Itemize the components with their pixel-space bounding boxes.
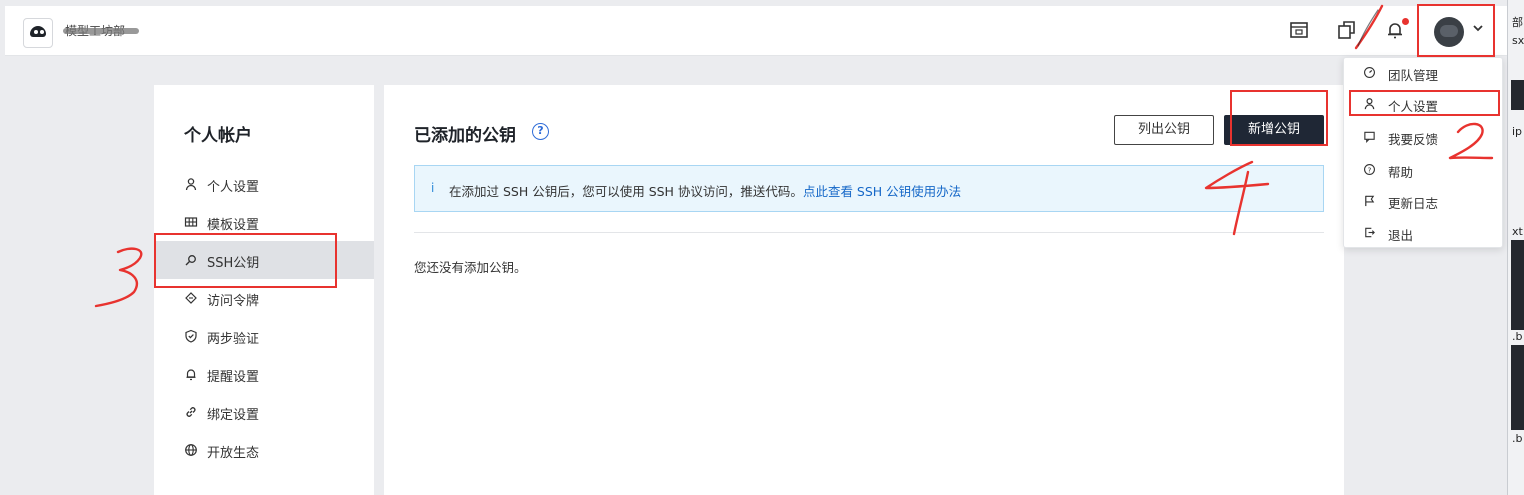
page-title: 已添加的公钥 xyxy=(414,126,516,146)
sidebar-item-notifications[interactable]: 提醒设置 xyxy=(154,355,374,393)
org-name-redaction xyxy=(63,28,139,34)
edge-text: xt xyxy=(1512,225,1523,238)
help-icon[interactable]: ? xyxy=(532,123,549,140)
info-alert: i 在添加过 SSH 公钥后，您可以使用 SSH 协议访问，推送代码。点此查看 … xyxy=(414,165,1324,212)
sidebar-item-profile[interactable]: 个人设置 xyxy=(154,165,374,203)
list-keys-button[interactable]: 列出公钥 xyxy=(1114,115,1214,145)
sidebar-item-label: 提醒设置 xyxy=(207,370,260,385)
edge-text: ip xyxy=(1512,125,1523,138)
info-icon: i xyxy=(431,181,435,195)
edge-block xyxy=(1511,240,1524,330)
sidebar-item-label: 个人设置 xyxy=(207,180,260,195)
menu-item-label: 团队管理 xyxy=(1388,68,1439,83)
help-icon: ? xyxy=(1362,163,1376,177)
account-sidebar: 个人帐户 个人设置 模板设置 SSH公钥 访问令牌 两步验证 提醒设置 绑定设置… xyxy=(154,85,374,495)
menu-item-label: 退出 xyxy=(1388,228,1414,243)
empty-state-text: 您还没有添加公钥。 xyxy=(414,260,527,275)
sidebar-item-label: 访问令牌 xyxy=(207,294,260,309)
logo-icon[interactable] xyxy=(23,18,53,48)
user-icon xyxy=(184,177,198,191)
menu-item-team-management[interactable]: 团队管理 xyxy=(1344,58,1504,88)
divider xyxy=(414,232,1324,233)
logout-icon xyxy=(1362,226,1376,240)
menu-item-logout[interactable]: 退出 xyxy=(1344,218,1504,248)
ticket-icon xyxy=(184,291,198,305)
menu-item-help[interactable]: ? 帮助 xyxy=(1344,155,1504,185)
sidebar-title: 个人帐户 xyxy=(184,126,252,146)
annotation-box-personal-settings xyxy=(1349,90,1500,116)
menu-item-label: 更新日志 xyxy=(1388,196,1439,211)
sidebar-item-label: 模板设置 xyxy=(207,218,260,233)
sidebar-item-binding[interactable]: 绑定设置 xyxy=(154,393,374,431)
edge-text: .b xyxy=(1512,330,1523,343)
dashboard-icon xyxy=(1362,66,1376,80)
edge-text: 部 xyxy=(1512,16,1523,29)
shield-icon xyxy=(184,329,198,343)
annotation-box-avatar xyxy=(1417,4,1495,57)
top-header: 模型工坊部 xyxy=(5,6,1507,56)
screen-icon[interactable] xyxy=(1288,19,1310,41)
globe-icon xyxy=(184,443,198,457)
grid-icon xyxy=(184,215,198,229)
info-message: 在添加过 SSH 公钥后，您可以使用 SSH 协议访问，推送代码。 xyxy=(449,184,803,199)
annotation-box-ssh-keys xyxy=(154,233,337,288)
background-window-edge: 部 sx ip xt .b .b xyxy=(1507,0,1524,495)
sidebar-item-open-ecosystem[interactable]: 开放生态 xyxy=(154,431,374,469)
menu-item-label: 我要反馈 xyxy=(1388,132,1439,147)
sidebar-item-label: 开放生态 xyxy=(207,446,260,461)
sidebar-item-label: 绑定设置 xyxy=(207,408,260,423)
sidebar-item-two-factor[interactable]: 两步验证 xyxy=(154,317,374,355)
user-dropdown-menu: 团队管理 个人设置 我要反馈 ? 帮助 更新日志 退出 xyxy=(1343,57,1503,248)
notification-dot xyxy=(1402,18,1409,25)
ssh-keys-panel: 已添加的公钥 ? 列出公钥 新增公钥 i 在添加过 SSH 公钥后，您可以使用 … xyxy=(384,85,1344,495)
menu-item-label: 帮助 xyxy=(1388,165,1414,180)
link-icon xyxy=(184,405,198,419)
edge-text: sx xyxy=(1512,34,1524,47)
copy-icon[interactable] xyxy=(1336,19,1358,41)
flag-icon xyxy=(1362,194,1376,208)
svg-text:?: ? xyxy=(1367,165,1371,174)
edge-block xyxy=(1511,345,1524,430)
menu-item-changelog[interactable]: 更新日志 xyxy=(1344,186,1504,216)
edge-text: .b xyxy=(1512,432,1523,445)
sidebar-item-label: 两步验证 xyxy=(207,332,260,347)
annotation-box-add-key xyxy=(1230,90,1328,146)
info-text: 在添加过 SSH 公钥后，您可以使用 SSH 协议访问，推送代码。点此查看 SS… xyxy=(449,181,961,200)
bell-icon xyxy=(184,367,198,381)
feedback-icon xyxy=(1362,130,1376,144)
menu-item-feedback[interactable]: 我要反馈 xyxy=(1344,122,1504,152)
edge-block xyxy=(1511,80,1524,110)
ssh-help-link[interactable]: 点此查看 SSH 公钥使用办法 xyxy=(803,184,961,199)
